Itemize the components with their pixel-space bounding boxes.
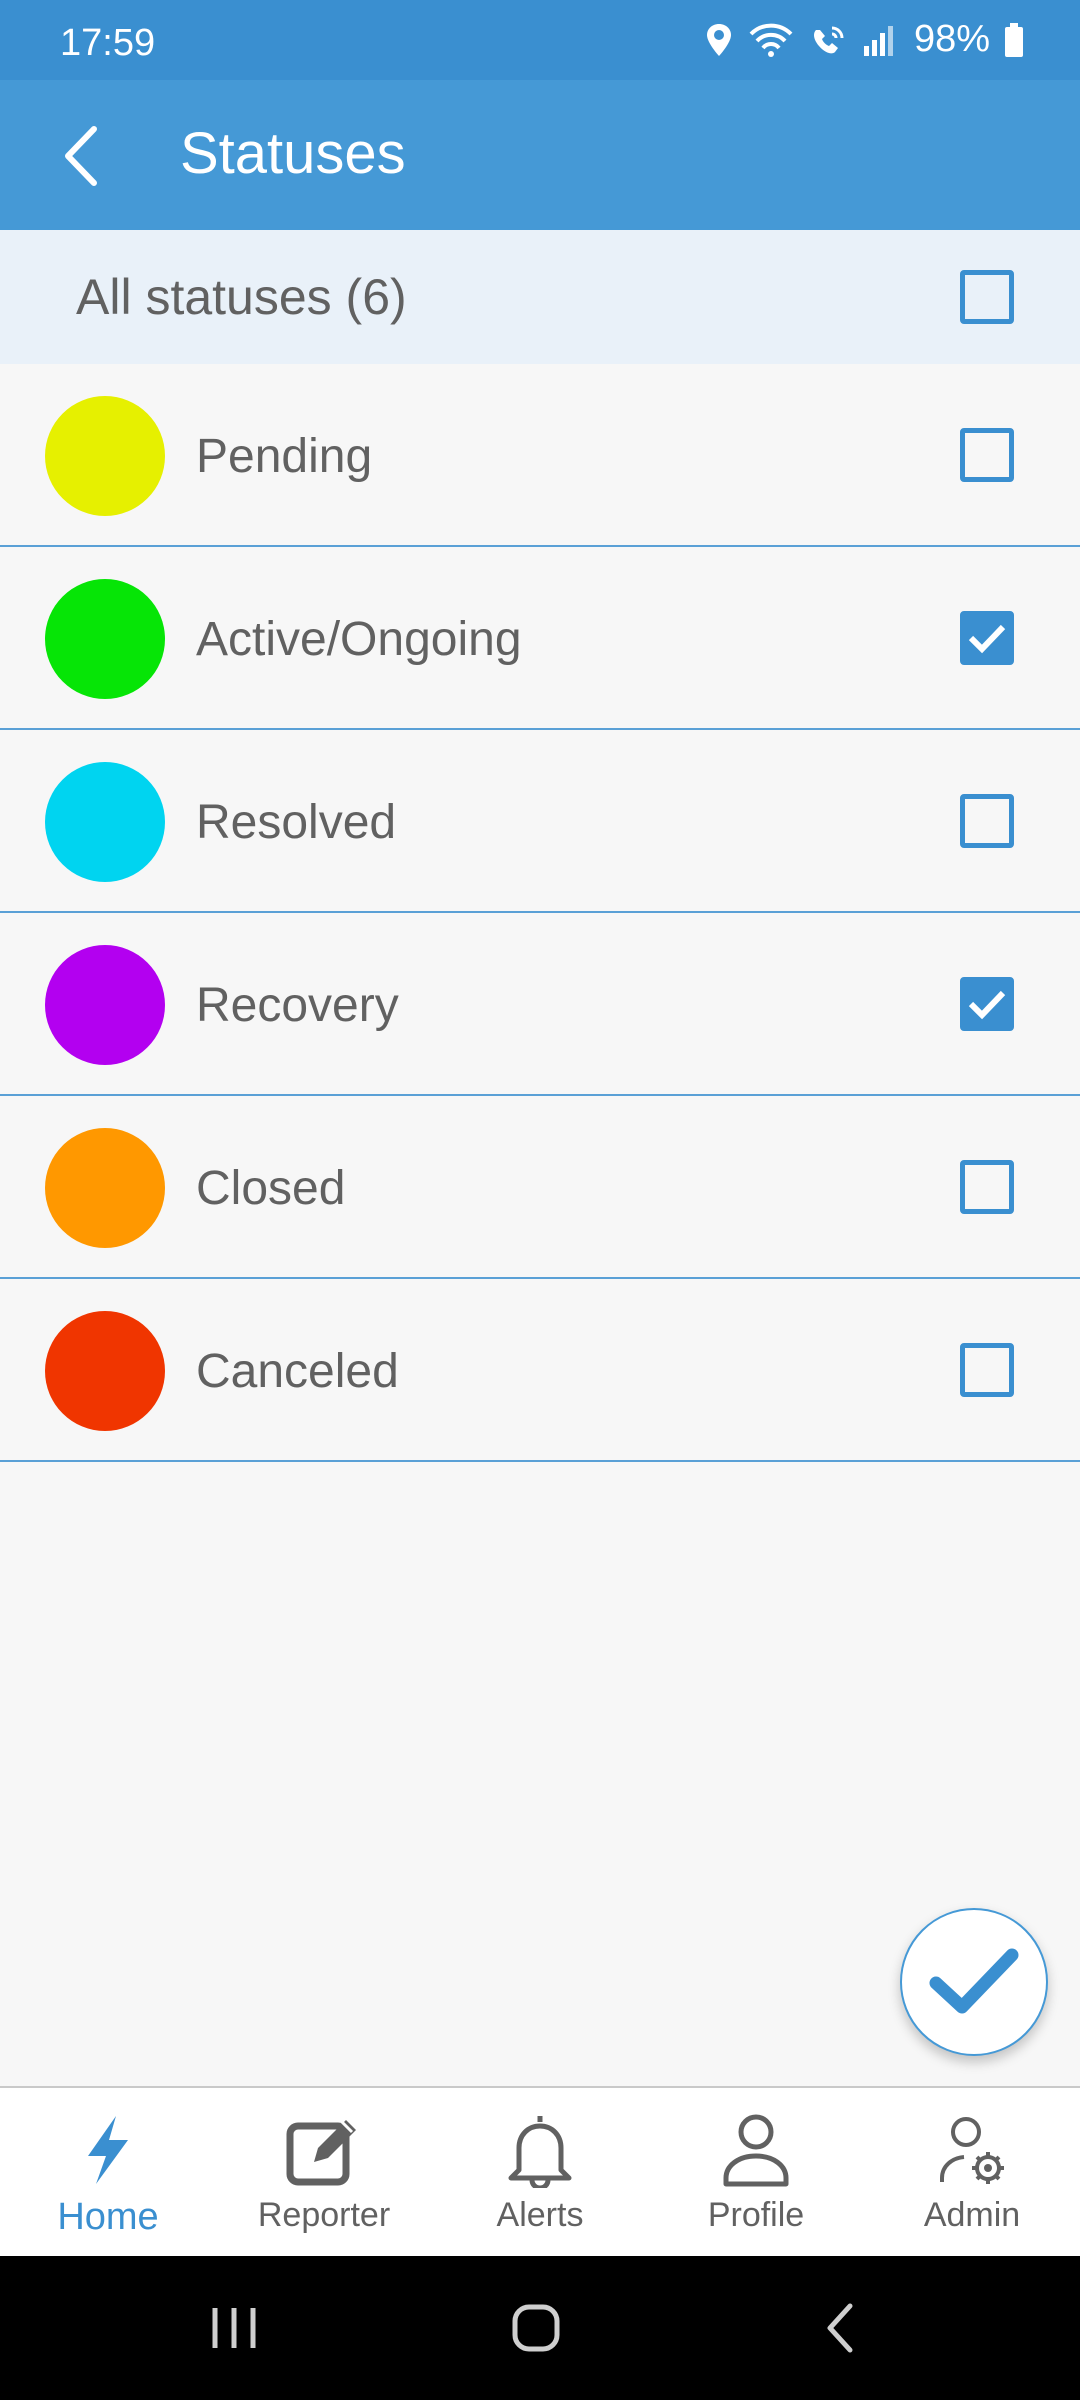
nav-profile[interactable]: Profile <box>648 2088 864 2256</box>
wifi-icon <box>749 23 793 57</box>
all-statuses-checkbox[interactable] <box>960 270 1014 324</box>
back-arrow-icon <box>65 126 97 186</box>
recent-apps-icon <box>212 2308 256 2348</box>
status-time: 17:59 <box>60 22 156 64</box>
page-title: Statuses <box>180 121 406 186</box>
checkmark-icon <box>929 1948 1019 2014</box>
status-color-dot <box>45 1311 165 1431</box>
status-checkbox-closed[interactable] <box>960 1160 1014 1214</box>
nav-reporter[interactable]: Reporter <box>216 2088 432 2256</box>
system-nav-bar <box>0 2256 1080 2400</box>
back-chevron-icon <box>827 2303 853 2353</box>
lightning-icon <box>82 2110 134 2190</box>
nav-admin[interactable]: Admin <box>864 2088 1080 2256</box>
bell-icon <box>505 2110 575 2190</box>
home-system-button[interactable] <box>496 2296 576 2360</box>
nav-label: Home <box>57 2196 159 2238</box>
person-icon <box>721 2110 791 2190</box>
admin-gear-icon <box>936 2110 1008 2190</box>
status-checkbox-resolved[interactable] <box>960 794 1014 848</box>
status-checkbox-canceled[interactable] <box>960 1343 1014 1397</box>
status-icons: 98% <box>704 18 1024 61</box>
status-checkbox-pending[interactable] <box>960 428 1014 482</box>
battery-icon <box>1005 22 1023 57</box>
status-row-resolved[interactable]: Resolved <box>0 730 1080 913</box>
nav-label: Reporter <box>257 2196 391 2234</box>
status-color-dot <box>45 396 165 516</box>
home-circle-icon <box>512 2304 560 2352</box>
bottom-nav: Home Reporter Alerts Profile Admin <box>0 2086 1080 2256</box>
status-label: Closed <box>196 1162 346 1215</box>
app-bar: Statuses <box>0 80 1080 230</box>
status-label: Pending <box>196 430 373 483</box>
status-row-recovery[interactable]: Recovery <box>0 913 1080 1096</box>
nav-label: Alerts <box>496 2196 584 2234</box>
status-bar: 17:59 98% <box>0 0 1080 80</box>
status-checkbox-active-ongoing[interactable] <box>960 611 1014 665</box>
nav-label: Admin <box>923 2196 1021 2234</box>
battery-percent: 98% <box>913 18 990 60</box>
status-color-dot <box>45 1128 165 1248</box>
status-row-closed[interactable]: Closed <box>0 1096 1080 1279</box>
recent-apps-button[interactable] <box>194 2296 274 2360</box>
status-label: Canceled <box>196 1345 399 1398</box>
all-statuses-label: All statuses (6) <box>76 269 407 325</box>
back-button[interactable] <box>44 118 120 194</box>
nav-home[interactable]: Home <box>0 2088 216 2256</box>
status-label: Resolved <box>196 796 397 849</box>
edit-icon <box>286 2110 362 2190</box>
status-color-dot <box>45 945 165 1065</box>
status-color-dot <box>45 762 165 882</box>
status-row-active-ongoing[interactable]: Active/Ongoing <box>0 547 1080 730</box>
status-row-pending[interactable]: Pending <box>0 364 1080 547</box>
signal-icon <box>863 25 893 56</box>
confirm-fab-button[interactable] <box>900 1908 1048 2056</box>
all-statuses-row[interactable]: All statuses (6) <box>0 230 1080 364</box>
status-row-canceled[interactable]: Canceled <box>0 1279 1080 1462</box>
status-color-dot <box>45 579 165 699</box>
status-list: Pending Active/Ongoing Resolved Recovery… <box>0 364 1080 1462</box>
location-icon <box>706 23 731 56</box>
wifi-call-icon <box>813 26 844 53</box>
checkmark-icon <box>968 624 1006 654</box>
nav-label: Profile <box>707 2196 805 2234</box>
checkmark-icon <box>968 990 1006 1020</box>
status-checkbox-recovery[interactable] <box>960 977 1014 1031</box>
status-label: Recovery <box>196 979 399 1032</box>
status-label: Active/Ongoing <box>196 613 522 666</box>
back-system-button[interactable] <box>800 2296 880 2360</box>
nav-alerts[interactable]: Alerts <box>432 2088 648 2256</box>
